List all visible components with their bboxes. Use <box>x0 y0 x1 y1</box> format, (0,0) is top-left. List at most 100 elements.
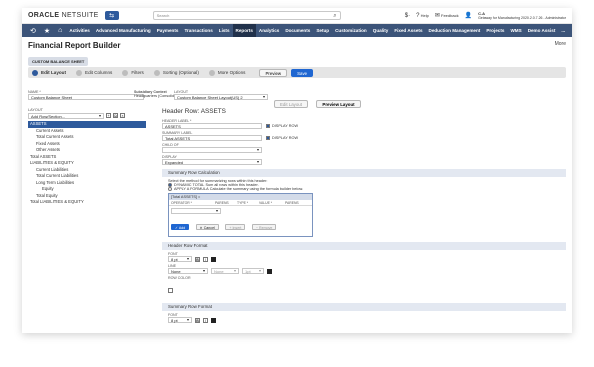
summary-calc-section-header[interactable]: Summary Row Calculation <box>162 169 566 177</box>
display-group: DISPLAY Expanded ▾ <box>162 155 566 165</box>
nav-demo-assist[interactable]: Demo Assist <box>525 24 559 37</box>
dollar-icon[interactable]: $· <box>405 13 410 19</box>
header-format-body: FONT 8 pt ▾ B I LINE None ▾ None ▾ 1pt ▾ ROW… <box>162 252 566 298</box>
save-button[interactable]: Save <box>291 68 314 77</box>
logo-sub: NETSUITE <box>61 12 99 19</box>
nav-wms[interactable]: WMS <box>507 24 524 37</box>
line-style-select[interactable]: None ▾ <box>168 268 208 274</box>
summary-format-body: FONT 8 pt ▾ B I <box>162 313 566 323</box>
preview-layout-button[interactable]: Preview Layout <box>316 100 361 108</box>
edit-layout-button[interactable]: Edit Layout <box>274 100 308 108</box>
bold-icon[interactable]: B <box>195 256 200 262</box>
summary-calc-body: Select the method for summarizing rows w… <box>162 179 566 237</box>
delete-icon[interactable]: × <box>120 113 125 118</box>
header-format-section-header[interactable]: Header Row Format <box>162 242 566 250</box>
font-color-swatch[interactable] <box>211 256 216 262</box>
search-icon[interactable]: ⌕ <box>333 12 336 20</box>
line-controls: None ▾ None ▾ 1pt ▾ <box>168 268 566 274</box>
nav-documents[interactable]: Documents <box>282 24 313 37</box>
step-edit-layout[interactable]: Edit Layout <box>32 69 66 76</box>
name-input[interactable]: Custom Balance Sheet <box>28 94 144 100</box>
nav-customization[interactable]: Customization <box>332 24 370 37</box>
shortcuts-star-icon[interactable]: ★ <box>44 27 50 35</box>
oracle-netsuite-logo[interactable]: ORACLE NETSUITE <box>28 12 99 19</box>
user-menu[interactable]: C.A Getaway for Manufacturing 2020.2.0.7… <box>478 11 566 20</box>
help-link[interactable]: ? Help <box>416 13 429 19</box>
step-sorting[interactable]: Sorting (Optional) <box>153 69 199 76</box>
nav-fixed-assets[interactable]: Fixed Assets <box>391 24 425 37</box>
formula-cancel-button[interactable]: ✕ Cancel <box>195 224 219 230</box>
operator-select[interactable]: ▾ <box>171 208 221 214</box>
summary-font-size-select[interactable]: 8 pt ▾ <box>168 317 192 323</box>
layout-select[interactable]: Custom Balance Sheet Layout(US) 2 ▾ <box>174 94 268 100</box>
summary-format-section-header[interactable]: Summary Row Format <box>162 303 566 311</box>
italic-icon[interactable]: I <box>203 256 208 262</box>
nav-projects[interactable]: Projects <box>483 24 507 37</box>
display-summary-row-checkbox[interactable]: DISPLAY ROW <box>266 136 298 140</box>
nav-lists[interactable]: Lists <box>216 24 233 37</box>
header-label-input[interactable]: ASSETS <box>162 123 262 129</box>
font-size-select[interactable]: 8 pt ▾ <box>168 256 192 262</box>
editor-title: Header Row: ASSETS <box>162 108 226 115</box>
layout-tree-item-label: Equity <box>42 186 54 191</box>
checkbox-checked-icon <box>266 124 270 128</box>
nav-activities[interactable]: Activities <box>66 24 92 37</box>
italic-icon[interactable]: I <box>203 317 208 323</box>
layout-tree-item-label: Total Current Liabilities <box>36 173 79 178</box>
apply-formula-radio[interactable]: APPLY A FORMULA Calculate the summary us… <box>168 187 566 191</box>
add-icon[interactable]: + <box>106 113 111 118</box>
summary-font-color-swatch[interactable] <box>211 317 216 323</box>
user-avatar-icon[interactable]: 👤 <box>465 12 472 19</box>
copy-icon[interactable]: ⧉ <box>113 113 118 118</box>
line-color-swatch[interactable] <box>267 268 272 274</box>
step-dot-icon <box>76 69 83 76</box>
child-of-select[interactable]: ▾ <box>162 147 262 153</box>
nav-advanced-manufacturing[interactable]: Advanced Manufacturing <box>93 24 154 37</box>
formula-remove-button[interactable]: − Remove <box>251 224 277 230</box>
step-label: Filters <box>131 70 144 75</box>
step-edit-columns[interactable]: Edit Columns <box>76 69 112 76</box>
chevron-down-icon: ▾ <box>233 268 236 273</box>
recent-records-icon[interactable]: ⟲ <box>30 27 36 35</box>
summary-font-controls: 8 pt ▾ B I <box>168 317 566 323</box>
more-link[interactable]: More <box>555 41 566 47</box>
nav-reports[interactable]: Reports <box>232 24 256 37</box>
bold-icon[interactable]: B <box>195 317 200 323</box>
display-row-label: DISPLAY ROW <box>272 124 299 128</box>
row-color-picker-icon[interactable] <box>168 288 173 293</box>
step-filters[interactable]: Filters <box>122 69 144 76</box>
display-header-row-checkbox[interactable]: DISPLAY ROW <box>266 124 298 128</box>
preview-button[interactable]: Preview <box>259 68 288 77</box>
nav-overflow[interactable]: ... <box>558 24 568 37</box>
switch-account-icon[interactable]: ⇆ <box>104 11 119 20</box>
step-more-options[interactable]: More Options <box>208 69 245 76</box>
col-parens-close: PARENS <box>285 201 299 205</box>
feedback-link[interactable]: ✉ Feedback <box>435 12 459 19</box>
nav-quality[interactable]: Quality <box>370 24 392 37</box>
summary-label-input[interactable]: Total ASSETS <box>162 135 262 141</box>
layout-tree-item[interactable]: Total LIABILITIES & EQUITY <box>28 199 146 206</box>
nav-setup[interactable]: Setup <box>313 24 332 37</box>
display-select[interactable]: Expanded ▾ <box>162 159 262 165</box>
home-icon[interactable]: ⌂ <box>58 27 62 34</box>
formula-add-button[interactable]: ✓ Add <box>171 224 190 230</box>
page-header: Financial Report Builder CUSTOM BALANCE … <box>22 37 572 66</box>
add-row-select[interactable]: Add Row/Section... ▾ <box>28 113 104 119</box>
add-row-placeholder: Add Row/Section... <box>31 114 66 119</box>
layout-tree-item-label: Other Assets <box>36 147 60 152</box>
nav-transactions[interactable]: Transactions <box>181 24 215 37</box>
row-color-label: ROW COLOR <box>168 276 191 280</box>
nav-payments[interactable]: Payments <box>154 24 182 37</box>
chevron-down-icon: ▾ <box>186 256 189 261</box>
chevron-down-icon: ▾ <box>258 268 261 273</box>
topbar-right: $· ? Help ✉ Feedback 👤 C.A Getaway for M… <box>405 11 566 20</box>
line-weight-select[interactable]: 1pt ▾ <box>242 268 264 274</box>
line-weight-value: 1pt <box>245 269 251 274</box>
chevron-down-icon: ▾ <box>262 94 265 99</box>
global-search-input[interactable]: Search ⌕ <box>152 11 341 20</box>
nav-analytics[interactable]: Analytics <box>256 24 282 37</box>
layout-tree-item-label: LIABILITIES & EQUITY <box>30 160 74 165</box>
nav-deduction-management[interactable]: Deduction Management <box>426 24 484 37</box>
line-position-select[interactable]: None ▾ <box>211 268 239 274</box>
formula-insert-button[interactable]: + Insert <box>225 224 246 230</box>
